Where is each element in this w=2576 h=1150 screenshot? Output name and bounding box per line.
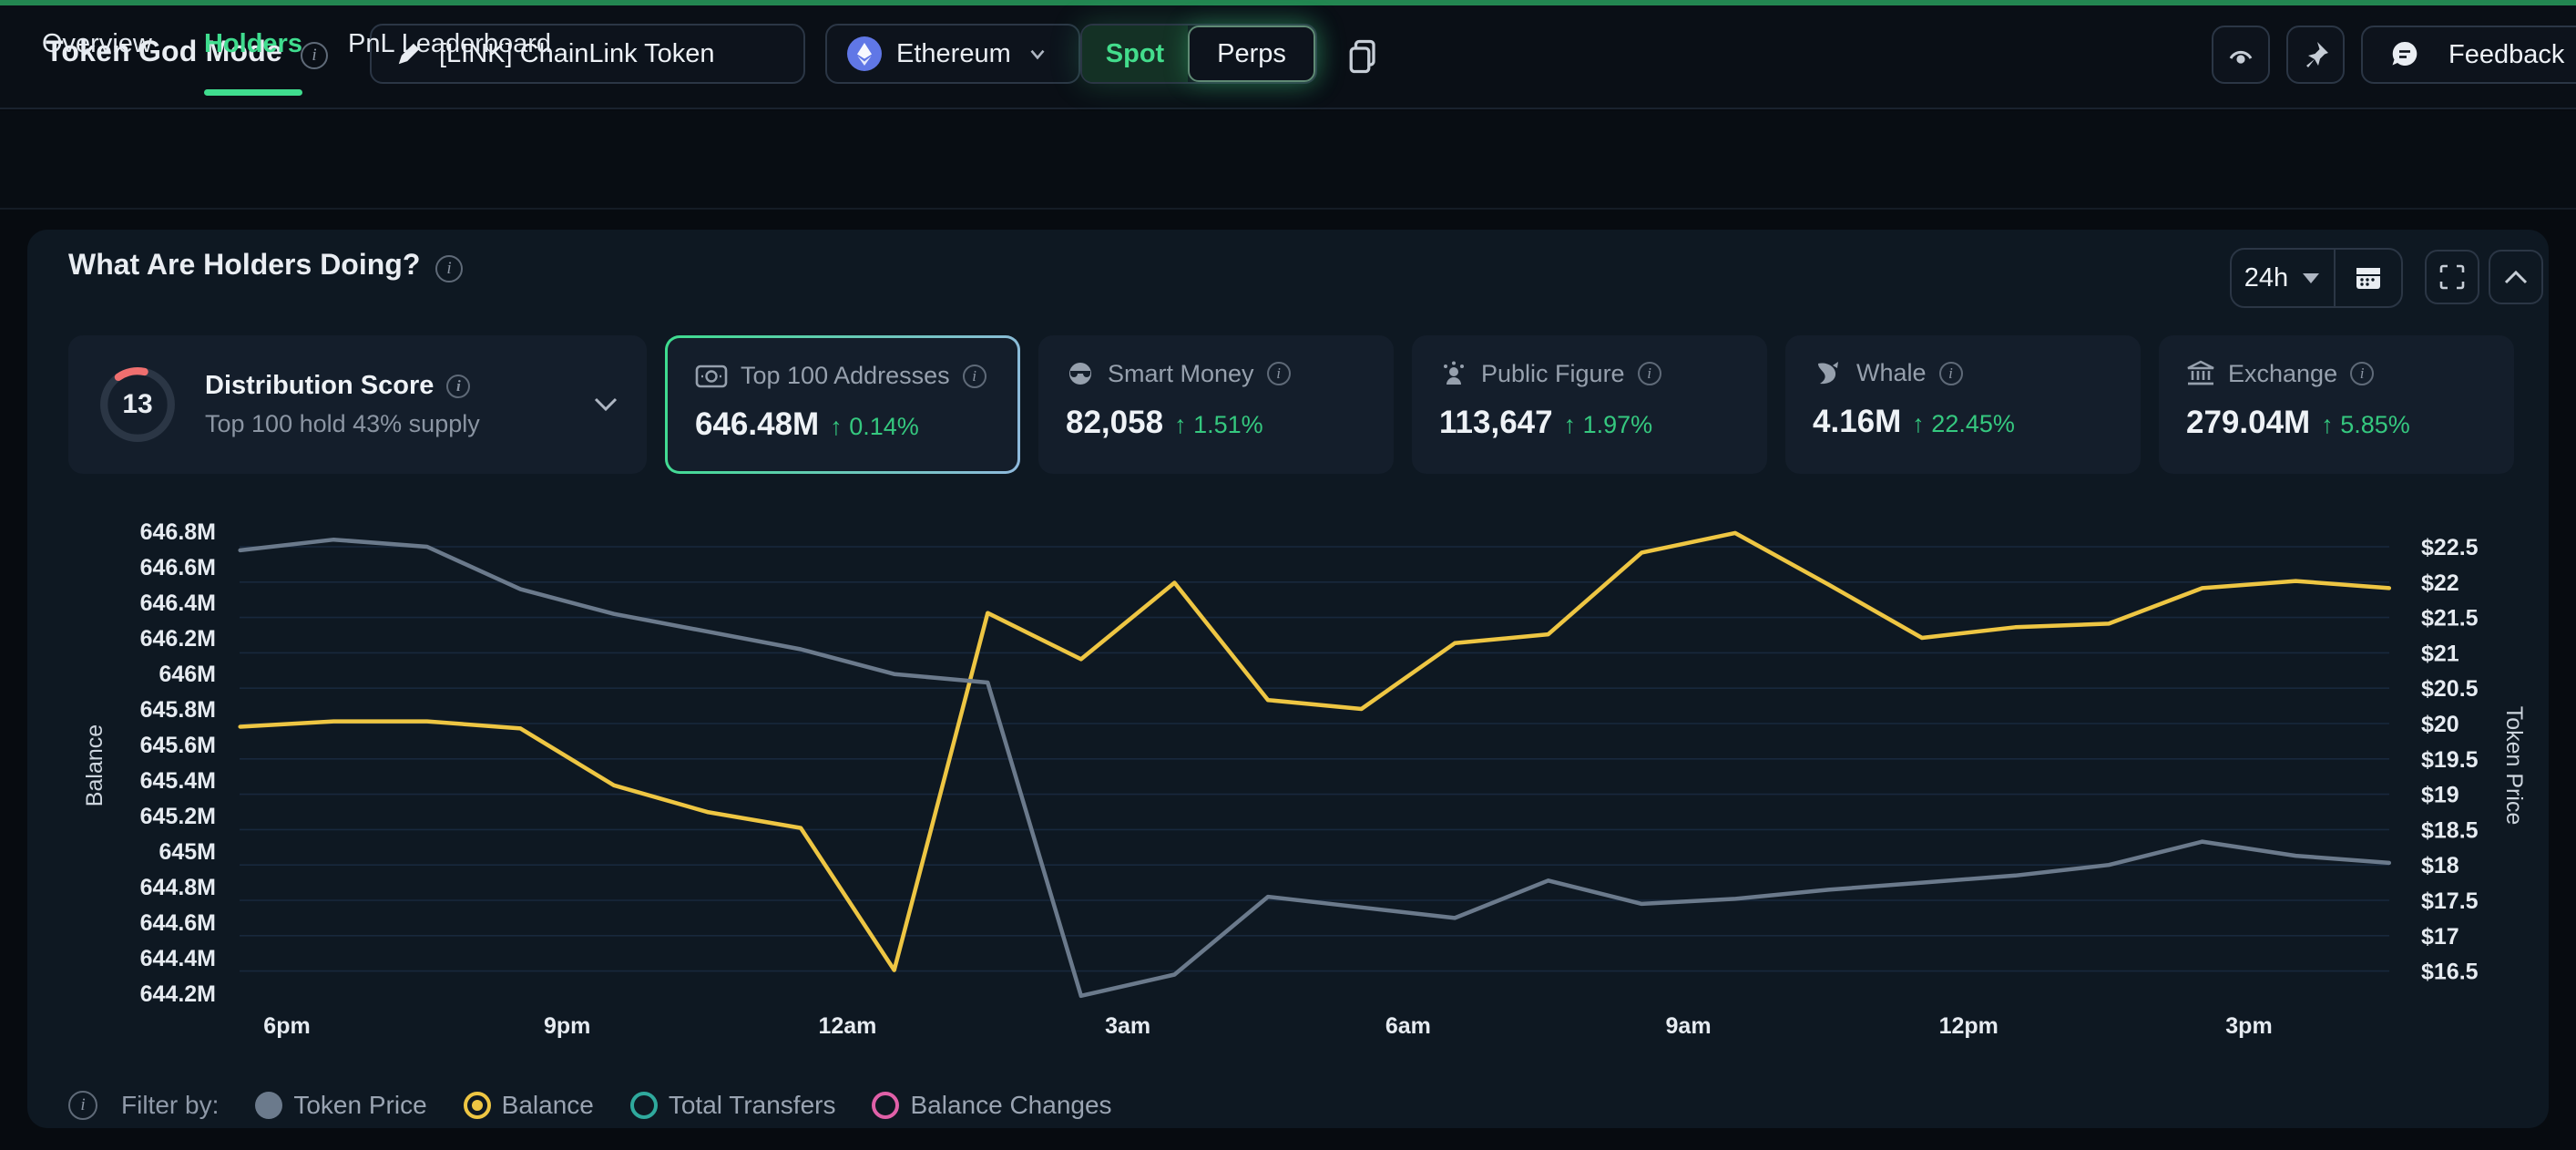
stat-card-exchange[interactable]: Exchange i 279.04M ↑ 5.85% [2159, 335, 2514, 474]
perps-toggle-button[interactable]: Perps [1188, 26, 1315, 82]
chevron-down-icon[interactable] [592, 395, 619, 414]
speech-bubble-icon [2387, 36, 2423, 73]
stat-card-smart-money[interactable]: Smart Money i 82,058 ↑ 1.51% [1038, 335, 1394, 474]
pushpin-icon [2299, 38, 2332, 71]
watch-button[interactable] [2212, 26, 2270, 84]
collapse-button[interactable] [2489, 250, 2543, 304]
panel-title-info-icon[interactable]: i [435, 255, 463, 282]
chevron-down-icon [1026, 42, 1049, 66]
tab-holders[interactable]: Holders [204, 29, 302, 59]
stat-value: 82,058 [1066, 405, 1163, 441]
feedback-label: Feedback [2448, 40, 2564, 70]
whale-icon [1813, 360, 1844, 387]
total-transfers-marker-icon [630, 1092, 658, 1119]
caret-down-icon [2301, 271, 2321, 285]
active-tab-underline [204, 89, 302, 96]
copy-icon[interactable] [1346, 38, 1379, 75]
time-range-value: 24h [2244, 263, 2288, 293]
balance-marker-icon [464, 1092, 491, 1119]
distribution-score-value: 13 [96, 363, 179, 447]
chevron-up-icon [2502, 268, 2530, 286]
filter-by-label: Filter by: [121, 1091, 219, 1120]
stat-label: Public Figure [1481, 360, 1625, 388]
stat-value: 646.48M [695, 406, 819, 443]
spot-perps-toggle: Spot Perps [1080, 24, 1317, 84]
distribution-info-icon[interactable]: i [446, 375, 470, 398]
stat-info-icon[interactable]: i [963, 365, 986, 388]
network-dropdown-label: Ethereum [896, 39, 1011, 69]
banknote-icon [695, 363, 728, 390]
public-figure-icon [1439, 359, 1468, 388]
stat-label: Smart Money [1108, 360, 1254, 388]
time-range-dropdown[interactable]: 24h [2232, 250, 2334, 306]
stat-info-icon[interactable]: i [1939, 362, 1963, 385]
filter-token-price[interactable]: Token Price [255, 1091, 426, 1120]
calendar-button[interactable] [2334, 250, 2401, 306]
stat-card-whale[interactable]: Whale i 4.16M ↑ 22.45% [1785, 335, 2141, 474]
token-price-marker-icon [255, 1092, 282, 1119]
pin-button[interactable] [2286, 26, 2345, 84]
tab-pnl-leaderboard[interactable]: PnL Leaderboard [348, 29, 551, 59]
stat-value: 113,647 [1439, 405, 1553, 441]
fullscreen-icon [2438, 262, 2467, 292]
panel-title: What Are Holders Doing? [68, 248, 420, 282]
stat-info-icon[interactable]: i [1267, 362, 1291, 385]
stat-card-public-figure[interactable]: Public Figure i 113,647 ↑ 1.97% [1412, 335, 1767, 474]
ethereum-icon [847, 36, 882, 71]
filter-total-transfers[interactable]: Total Transfers [630, 1091, 836, 1120]
tab-overview[interactable]: Overview [42, 29, 152, 59]
calendar-icon [2353, 262, 2384, 293]
filter-info-icon[interactable]: i [68, 1091, 97, 1120]
eye-icon [2223, 37, 2258, 72]
tab-bar [0, 111, 2576, 210]
balance-changes-marker-icon [872, 1092, 899, 1119]
chart-filter-legend: i Filter by: Token Price Balance Total T… [68, 1084, 1112, 1126]
stat-value: 279.04M [2186, 405, 2310, 441]
stat-value: 4.16M [1813, 404, 1901, 440]
page-title-info-icon[interactable]: i [301, 42, 328, 69]
exchange-bank-icon [2186, 359, 2215, 388]
filter-balance-changes[interactable]: Balance Changes [872, 1091, 1111, 1120]
stat-label: Top 100 Addresses [741, 362, 950, 390]
stat-info-icon[interactable]: i [2350, 362, 2374, 385]
stat-label: Exchange [2228, 360, 2337, 388]
filter-balance[interactable]: Balance [464, 1091, 594, 1120]
stat-label: Whale [1856, 359, 1927, 387]
distribution-score-card[interactable]: 13 Distribution Score i Top 100 hold 43%… [68, 335, 647, 474]
stat-info-icon[interactable]: i [1638, 362, 1661, 385]
feedback-button[interactable]: Feedback [2361, 26, 2576, 84]
spot-toggle-button[interactable]: Spot [1082, 26, 1188, 82]
stat-card-top-100-addresses[interactable]: Top 100 Addresses i 646.48M ↑ 0.14% [665, 335, 1020, 474]
network-dropdown[interactable]: Ethereum [825, 24, 1080, 84]
distribution-score-title: Distribution Score [205, 371, 434, 401]
distribution-gauge: 13 [96, 363, 179, 447]
smart-money-icon [1066, 359, 1095, 388]
distribution-subtitle: Top 100 hold 43% supply [205, 410, 592, 438]
time-range-control: 24h [2230, 248, 2403, 308]
fullscreen-button[interactable] [2425, 250, 2479, 304]
